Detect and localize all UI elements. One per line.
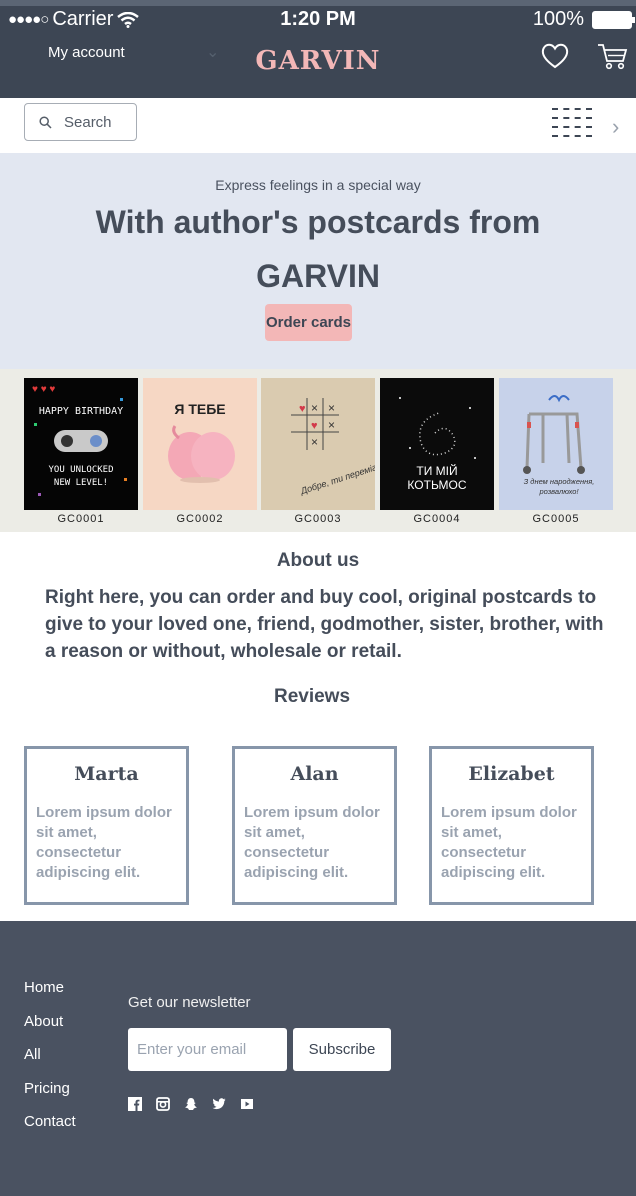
postcard-code: GC0001 xyxy=(57,513,105,525)
chevron-right-icon[interactable]: › xyxy=(612,114,619,140)
search-icon xyxy=(39,115,52,129)
postcard-image[interactable]: ♥ ♥ ♥ HAPPY BIRTHDAY YOU UNLOCKED NEW LE… xyxy=(24,378,138,510)
reviewer-name: Elizabet xyxy=(468,763,555,785)
svg-text:×: × xyxy=(311,435,318,449)
about-text: Right here, you can order and buy cool, … xyxy=(45,587,604,662)
about-heading: About us xyxy=(276,550,360,571)
heart-icon[interactable] xyxy=(540,42,570,70)
footer-nav: Home About All Pricing Contact xyxy=(24,979,76,1147)
facebook-icon[interactable] xyxy=(128,1097,142,1111)
menu-icon[interactable] xyxy=(552,108,592,144)
postcard-code: GC0003 xyxy=(294,513,342,525)
order-cards-button[interactable]: Order cards xyxy=(265,304,352,341)
svg-text:розвалюхо!: розвалюхо! xyxy=(538,487,579,496)
site-header: My account ⌄ GARVIN xyxy=(0,38,636,98)
snapchat-icon[interactable] xyxy=(184,1097,198,1111)
postcard-code: GC0004 xyxy=(413,513,461,525)
svg-text:×: × xyxy=(311,401,318,415)
footer-link-all[interactable]: All xyxy=(24,1046,76,1080)
review-text: Lorem ipsum dolor sit amet, consectetur … xyxy=(244,804,380,881)
review-card: Alan Lorem ipsum dolor sit amet, consect… xyxy=(232,746,397,905)
postcard-code: GC0005 xyxy=(532,513,580,525)
twitter-icon[interactable] xyxy=(212,1097,226,1111)
svg-text:×: × xyxy=(328,401,335,415)
battery-icon xyxy=(592,10,635,29)
instagram-icon[interactable] xyxy=(156,1097,170,1111)
site-footer: Home About All Pricing Contact Get our n… xyxy=(0,921,636,1196)
review-card: Elizabet Lorem ipsum dolor sit amet, con… xyxy=(429,746,594,905)
svg-text:КОТЬМОС: КОТЬМОС xyxy=(407,478,466,492)
svg-text:ТИ МІЙ: ТИ МІЙ xyxy=(416,463,457,478)
svg-text:♥ ♥ ♥: ♥ ♥ ♥ xyxy=(32,384,55,395)
hero-subtitle: Express feelings in a special way xyxy=(215,177,421,193)
svg-text:Я ТЕБЕ: Я ТЕБЕ xyxy=(174,401,225,417)
review-card: Marta Lorem ipsum dolor sit amet, consec… xyxy=(24,746,189,905)
svg-text:NEW LEVEL!: NEW LEVEL! xyxy=(54,478,108,488)
svg-text:Добре, ти переміг!: Добре, ти переміг! xyxy=(299,461,375,496)
search-label: Search xyxy=(64,113,112,131)
hero-banner: Express feelings in a special way With a… xyxy=(0,153,636,369)
postcard-image[interactable]: З днем народження, розвалюхо! xyxy=(499,378,613,510)
postcards-strip: ♥ ♥ ♥ HAPPY BIRTHDAY YOU UNLOCKED NEW LE… xyxy=(0,369,636,532)
subscribe-button[interactable]: Subscribe xyxy=(293,1028,391,1071)
reviewer-name: Alan xyxy=(290,763,339,785)
svg-text:З днем народження,: З днем народження, xyxy=(524,477,595,486)
footer-link-about[interactable]: About xyxy=(24,1013,76,1047)
footer-link-home[interactable]: Home xyxy=(24,979,76,1013)
reviews-heading: Reviews xyxy=(273,686,351,707)
svg-text:♥: ♥ xyxy=(311,420,318,432)
battery-percent: 100% xyxy=(532,8,584,30)
svg-text:♥: ♥ xyxy=(299,403,306,415)
postcard-image[interactable]: ♥ × × ♥ × × Добре, ти переміг! xyxy=(261,378,375,510)
status-bar: ●●●●○ Carrier 1:20 PM 100% xyxy=(0,0,636,38)
search-button[interactable]: Search xyxy=(24,103,137,141)
svg-text:YOU UNLOCKED: YOU UNLOCKED xyxy=(48,465,113,475)
cart-icon[interactable] xyxy=(596,41,628,71)
postcard-image[interactable]: ТИ МІЙ КОТЬМОС xyxy=(380,378,494,510)
review-text: Lorem ipsum dolor sit amet, consectetur … xyxy=(36,804,172,881)
postcard-code: GC0002 xyxy=(176,513,224,525)
review-text: Lorem ipsum dolor sit amet, consectetur … xyxy=(441,804,577,881)
hero-title: With author's postcards from GARVIN xyxy=(95,204,541,294)
reviewer-name: Marta xyxy=(74,763,139,785)
youtube-icon[interactable] xyxy=(240,1097,254,1111)
svg-text:HAPPY BIRTHDAY: HAPPY BIRTHDAY xyxy=(39,406,123,417)
svg-text:×: × xyxy=(328,418,335,432)
social-links xyxy=(128,1097,254,1111)
postcard-image[interactable]: Я ТЕБЕ xyxy=(143,378,257,510)
newsletter-heading: Get our newsletter xyxy=(128,994,251,1011)
footer-link-pricing[interactable]: Pricing xyxy=(24,1080,76,1114)
footer-link-contact[interactable]: Contact xyxy=(24,1113,76,1147)
search-row: Search › xyxy=(0,98,636,153)
email-field[interactable] xyxy=(128,1028,287,1071)
